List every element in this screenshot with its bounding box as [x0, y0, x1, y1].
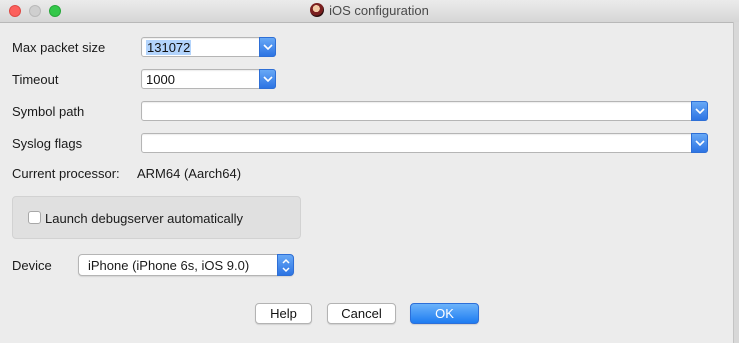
- device-popup-stepper[interactable]: [277, 254, 294, 276]
- timeout-value[interactable]: 1000: [146, 72, 175, 87]
- syslog-flags-dropdown-button[interactable]: [691, 133, 708, 153]
- options-group: Launch debugserver automatically: [12, 196, 301, 239]
- help-button[interactable]: Help: [255, 303, 312, 324]
- timeout-dropdown-button[interactable]: [259, 69, 276, 89]
- device-label: Device: [12, 258, 52, 273]
- window-title-group: iOS configuration: [0, 3, 739, 18]
- chevron-down-icon: [695, 140, 705, 147]
- symbol-path-dropdown-button[interactable]: [691, 101, 708, 121]
- up-down-chevron-icon: [282, 258, 290, 273]
- app-icon: [310, 3, 325, 17]
- max-packet-size-combo[interactable]: 131072: [141, 37, 276, 57]
- chevron-down-icon: [263, 76, 273, 83]
- max-packet-size-value[interactable]: 131072: [146, 40, 192, 55]
- max-packet-size-dropdown-button[interactable]: [259, 37, 276, 57]
- title-bar: iOS configuration: [0, 0, 739, 23]
- window-edge: [733, 22, 739, 343]
- ok-button[interactable]: OK: [410, 303, 479, 324]
- syslog-flags-label: Syslog flags: [12, 136, 83, 151]
- syslog-flags-combo[interactable]: [141, 133, 708, 153]
- device-selected-value[interactable]: iPhone (iPhone 6s, iOS 9.0): [88, 258, 249, 273]
- launch-debugserver-label[interactable]: Launch debugserver automatically: [45, 211, 243, 226]
- symbol-path-combo[interactable]: [141, 101, 708, 121]
- current-processor-label: Current processor:: [12, 166, 120, 181]
- timeout-combo[interactable]: 1000: [141, 69, 276, 89]
- current-processor-value: ARM64 (Aarch64): [137, 166, 242, 181]
- launch-debugserver-checkbox[interactable]: [28, 211, 41, 224]
- symbol-path-label: Symbol path: [12, 104, 85, 119]
- window-title: iOS configuration: [329, 3, 429, 18]
- cancel-button[interactable]: Cancel: [327, 303, 396, 324]
- chevron-down-icon: [695, 108, 705, 115]
- max-packet-size-label: Max packet size: [12, 40, 106, 55]
- chevron-down-icon: [263, 44, 273, 51]
- device-popup[interactable]: iPhone (iPhone 6s, iOS 9.0): [78, 254, 294, 276]
- timeout-label: Timeout: [12, 72, 59, 87]
